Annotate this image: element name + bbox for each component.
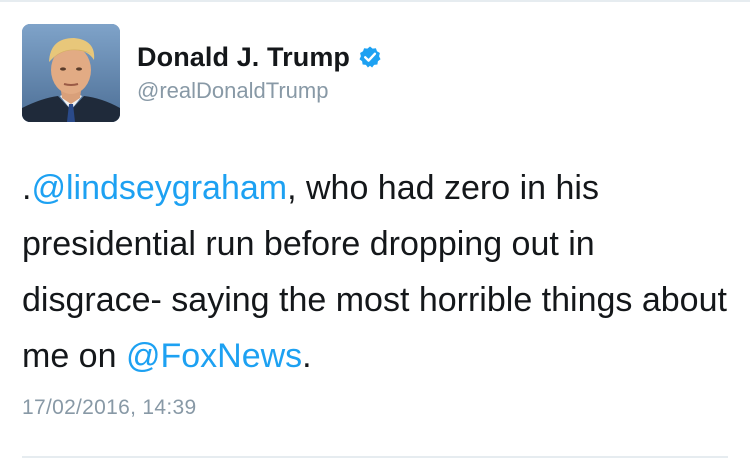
top-divider [0, 0, 750, 2]
name-row: Donald J. Trump [137, 40, 382, 74]
bottom-divider [22, 456, 728, 458]
timestamp[interactable]: 17/02/2016, 14:39 [22, 396, 196, 420]
mention-foxnews[interactable]: @FoxNews [126, 337, 302, 375]
tweet-text: .@lindseygraham, who had zero in his pre… [22, 160, 728, 384]
display-name[interactable]: Donald J. Trump [137, 42, 350, 73]
avatar[interactable] [22, 24, 120, 122]
user-info: Donald J. Trump @realDonaldTrump [137, 40, 382, 104]
mention-lindseygraham[interactable]: @lindseygraham [31, 169, 287, 207]
verified-badge-icon [358, 45, 382, 69]
text-segment: . [302, 337, 312, 375]
handle[interactable]: @realDonaldTrump [137, 78, 382, 104]
profile-photo-icon [22, 24, 120, 122]
